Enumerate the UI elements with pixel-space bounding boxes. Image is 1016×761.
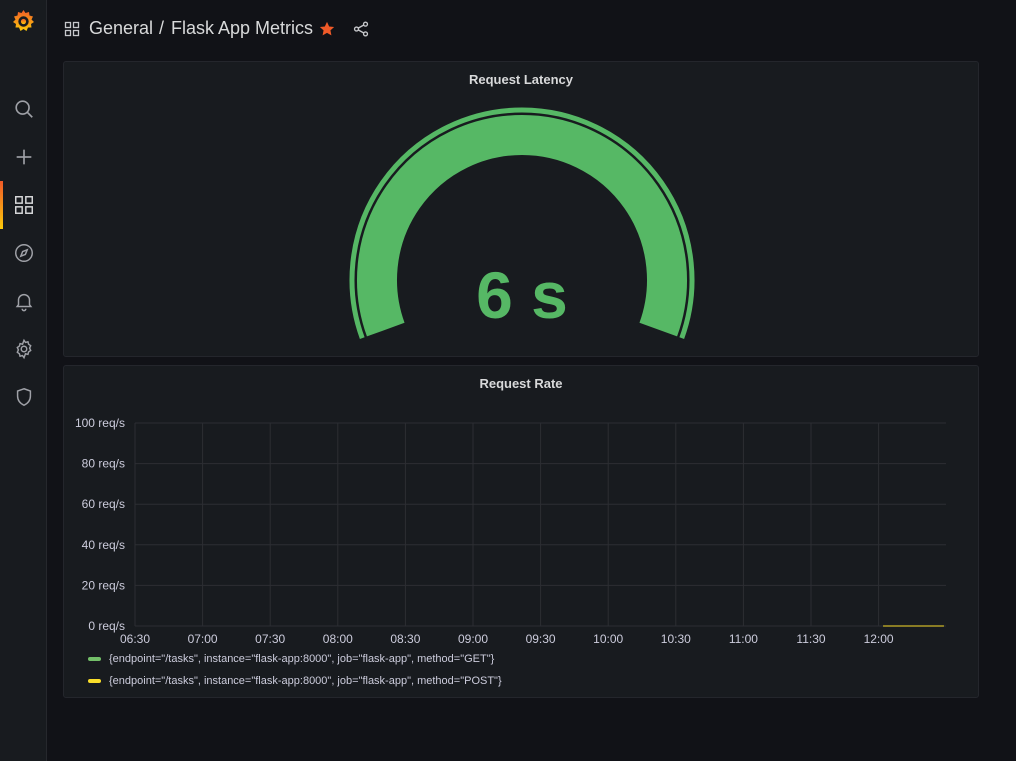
plus-icon (16, 149, 31, 165)
x-tick-label: 11:30 (796, 632, 825, 646)
grafana-logo-icon[interactable] (10, 8, 37, 35)
x-axis-labels: 06:30 07:00 07:30 08:00 08:30 09:00 09:30 10:00… (120, 632, 894, 646)
dashboard-title[interactable]: Flask App Metrics (171, 18, 313, 39)
breadcrumb-folder[interactable]: General (89, 18, 153, 39)
x-tick-label: 07:00 (188, 632, 218, 646)
y-axis-labels: 0 req/s 20 req/s 40 req/s 60 req/s 80 req/s 1… (75, 416, 125, 633)
shield-icon (16, 387, 31, 407)
x-tick-label: 09:00 (458, 632, 488, 646)
sidebar-item-search[interactable] (0, 85, 47, 133)
sidebar (0, 0, 47, 761)
x-tick-label: 12:00 (864, 632, 894, 646)
panel-request-rate: Request Rate 0 req/s 20 req/s 40 req/s 60 r… (63, 365, 979, 698)
sidebar-item-configuration[interactable] (0, 325, 47, 373)
share-icon[interactable] (352, 20, 370, 38)
dashboard-header: General / Flask App Metrics (47, 0, 1016, 60)
gear-icon (15, 338, 32, 360)
compass-icon (14, 244, 33, 262)
y-tick-label: 40 req/s (82, 538, 125, 552)
legend-swatch-get (88, 657, 101, 661)
dashboards-icon (14, 196, 33, 214)
y-tick-label: 20 req/s (82, 578, 125, 592)
legend-item-get[interactable]: {endpoint="/tasks", instance="flask-app:… (88, 651, 494, 667)
gauge-value-text: 6 s (476, 258, 568, 332)
x-tick-label: 10:30 (661, 632, 691, 646)
sidebar-item-explore[interactable] (0, 229, 47, 277)
legend-label-post: {endpoint="/tasks", instance="flask-app:… (109, 675, 502, 687)
legend-swatch-post (88, 679, 101, 683)
x-tick-label: 06:30 (120, 632, 150, 646)
chart-grid (134, 422, 946, 627)
x-tick-label: 10:00 (593, 632, 623, 646)
latency-gauge: 6 s (349, 107, 695, 339)
y-tick-label: 100 req/s (75, 416, 125, 430)
x-tick-label: 09:30 (526, 632, 556, 646)
y-tick-label: 0 req/s (88, 619, 125, 633)
search-icon (14, 100, 33, 118)
bell-icon (15, 293, 32, 312)
sidebar-item-create[interactable] (0, 133, 47, 181)
breadcrumb-separator: / (159, 18, 165, 38)
x-tick-label: 11:00 (729, 632, 758, 646)
legend-item-post[interactable]: {endpoint="/tasks", instance="flask-app:… (88, 673, 502, 689)
sidebar-item-alerting[interactable] (0, 277, 47, 325)
x-tick-label: 08:00 (323, 632, 353, 646)
x-tick-label: 08:30 (390, 632, 420, 646)
legend-label-get: {endpoint="/tasks", instance="flask-app:… (109, 653, 495, 665)
dashboards-grid-icon (64, 21, 80, 37)
y-tick-label: 60 req/s (82, 497, 125, 511)
panel-request-latency: Request Latency 6 s (63, 61, 979, 357)
sidebar-item-server-admin[interactable] (0, 373, 47, 421)
request-rate-chart: 0 req/s 20 req/s 40 req/s 60 req/s 80 req/s 1… (75, 416, 946, 646)
x-tick-label: 07:30 (255, 632, 285, 646)
star-icon[interactable] (318, 20, 336, 38)
y-tick-label: 80 req/s (82, 457, 125, 471)
sidebar-item-dashboards[interactable] (0, 181, 47, 229)
